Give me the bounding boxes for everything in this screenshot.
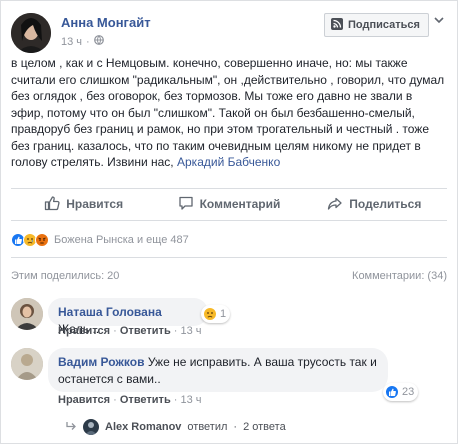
reply-count: 2 ответа: [243, 421, 286, 433]
angry-reaction-icon: [35, 233, 49, 247]
share-label: Поделиться: [349, 197, 422, 211]
rss-icon: [331, 17, 343, 33]
shares-count[interactable]: Этим поделились: 20: [11, 270, 119, 282]
post-meta: 13 ч ·: [61, 35, 104, 48]
reply-author: Alex Romanov: [105, 421, 182, 433]
comment-avatar[interactable]: [11, 298, 43, 330]
comment-label: Комментарий: [199, 197, 281, 211]
reaction-count: 23: [402, 386, 415, 398]
divider: [11, 257, 447, 258]
divider: [11, 220, 447, 221]
reactions-summary[interactable]: Божена Рынска и еще 487: [11, 233, 189, 247]
share-icon: [327, 195, 343, 214]
globe-icon: [93, 35, 104, 48]
like-button[interactable]: Нравится: [11, 189, 156, 219]
post-time[interactable]: 13 ч: [61, 36, 82, 48]
comment-bubble: Наташа Голована Жаль...: [48, 298, 208, 336]
author-avatar[interactable]: [11, 13, 51, 53]
comment-bubble: Вадим Рожков Уже не исправить. А ваша тр…: [48, 348, 388, 392]
comment-author[interactable]: Вадим Рожков: [58, 355, 144, 369]
comment-time[interactable]: 13 ч: [181, 394, 202, 406]
sad-reaction-icon: [203, 307, 217, 321]
comment-reply-link[interactable]: Ответить: [120, 394, 171, 406]
comment-avatar[interactable]: [11, 348, 43, 380]
comment-like-link[interactable]: Нравится: [58, 394, 110, 406]
reply-avatar: [83, 419, 99, 435]
comment-icon: [178, 195, 194, 214]
subscribe-label: Подписаться: [348, 19, 420, 31]
thumbs-up-icon: [44, 195, 60, 214]
reply-action: ответил: [187, 421, 228, 433]
comment-author[interactable]: Наташа Голована: [58, 305, 162, 319]
comment-like-link[interactable]: Нравится: [58, 325, 110, 337]
comments-count[interactable]: Комментарии: (34): [352, 270, 447, 282]
reaction-count: 1: [220, 308, 227, 320]
comment-button[interactable]: Комментарий: [156, 189, 301, 219]
replies-summary[interactable]: Alex Romanov ответил · 2 ответа: [65, 419, 286, 435]
comment-reply-link[interactable]: Ответить: [120, 325, 171, 337]
comment-links: Нравится · Ответить · 13 ч: [58, 325, 202, 337]
reactions-text: Божена Рынска и еще 487: [54, 234, 189, 246]
comment-reaction-badge[interactable]: 23: [383, 383, 419, 401]
post-text: в целом , как и с Немцовым. конечно, сов…: [11, 56, 445, 169]
more-options-icon[interactable]: [431, 13, 447, 33]
post-card: Анна Монгайт 13 ч · Подписаться в целом …: [0, 0, 458, 444]
post-actions: Нравится Комментарий Поделиться: [11, 189, 447, 219]
subscribe-button[interactable]: Подписаться: [324, 13, 429, 37]
post-author[interactable]: Анна Монгайт: [61, 15, 151, 30]
post-header: Анна Монгайт 13 ч · Подписаться: [11, 9, 447, 53]
post-body: в целом , как и с Немцовым. конечно, сов…: [11, 55, 447, 171]
comment-links: Нравится · Ответить · 13 ч: [58, 394, 202, 406]
comment-time[interactable]: 13 ч: [181, 325, 202, 337]
reply-arrow-icon: [65, 421, 77, 434]
comment-reaction-badge[interactable]: 1: [201, 305, 231, 323]
like-label: Нравится: [66, 197, 124, 211]
share-button[interactable]: Поделиться: [302, 189, 447, 219]
mention-link[interactable]: Аркадий Бабченко: [177, 155, 280, 169]
like-reaction-icon: [385, 385, 399, 399]
